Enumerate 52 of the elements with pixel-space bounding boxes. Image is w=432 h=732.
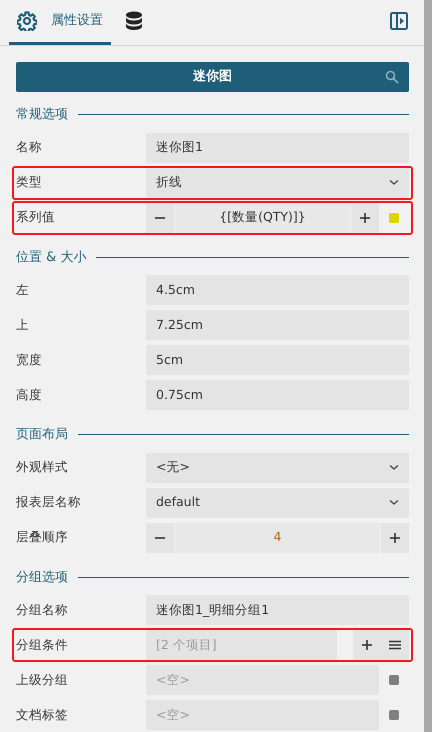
search-icon[interactable]	[385, 70, 399, 84]
plus-button[interactable]	[351, 202, 379, 232]
color-swatch[interactable]	[389, 212, 399, 222]
text-field[interactable]: 4.5cm	[146, 275, 409, 305]
section-title: 分组选项	[16, 568, 68, 586]
plus-icon	[361, 639, 373, 651]
text-field[interactable]: 5cm	[146, 345, 409, 375]
field-label: 文档标签	[16, 706, 69, 724]
text-field[interactable]: 7.25cm	[146, 310, 409, 340]
field-label: 上级分组	[16, 670, 69, 689]
field-label: 左	[16, 280, 30, 299]
database-icon	[125, 11, 143, 30]
field-label: 上	[16, 316, 30, 334]
section-title: 常规选项	[16, 106, 68, 124]
dropdown-field[interactable]: <无>	[146, 452, 409, 482]
chevron-down-icon	[389, 464, 399, 471]
chevron-down-icon	[389, 499, 399, 506]
section-title: 页面布局	[16, 426, 68, 444]
color-swatch[interactable]	[389, 710, 399, 720]
dropdown-field[interactable]: 折线	[146, 168, 409, 198]
field-label: 外观样式	[16, 458, 69, 476]
plus-button[interactable]	[353, 630, 381, 660]
section-title: 位置 & 大小	[16, 248, 86, 266]
panel-toggle-icon	[390, 12, 408, 30]
properties-tab[interactable]: 属性设置	[9, 0, 111, 45]
field-label: 系列值	[16, 208, 56, 226]
field-label: 分组条件	[16, 636, 69, 654]
menu-icon	[389, 639, 401, 651]
field-label: 类型	[16, 173, 43, 192]
scrollbar[interactable]	[424, 0, 432, 732]
field-label: 层叠顺序	[16, 528, 69, 546]
plus-button[interactable]	[381, 522, 409, 552]
plus-icon	[359, 212, 371, 224]
number-field[interactable]: 4	[175, 522, 380, 552]
minus-button[interactable]	[146, 202, 174, 232]
text-field[interactable]: 迷你图1_明细分组1	[146, 595, 409, 625]
text-field[interactable]: 0.75cm	[146, 380, 409, 410]
field-label: 分组名称	[16, 600, 69, 619]
field-label: 高度	[16, 386, 43, 404]
dropdown-field[interactable]: default	[146, 488, 409, 518]
text-field[interactable]: 迷你图1	[146, 132, 409, 162]
settings-icon	[17, 10, 37, 30]
chevron-down-icon	[389, 179, 399, 186]
field-label: 报表层名称	[16, 493, 82, 512]
panel-title: 迷你图	[193, 68, 232, 86]
minus-button[interactable]	[146, 522, 174, 552]
field-label: 名称	[16, 138, 43, 156]
expression-field[interactable]: {[数量(QTY)]}	[175, 202, 350, 232]
field-label: 宽度	[16, 350, 43, 369]
color-swatch[interactable]	[389, 675, 399, 685]
plus-icon	[389, 532, 401, 544]
menu-button[interactable]	[381, 630, 409, 660]
